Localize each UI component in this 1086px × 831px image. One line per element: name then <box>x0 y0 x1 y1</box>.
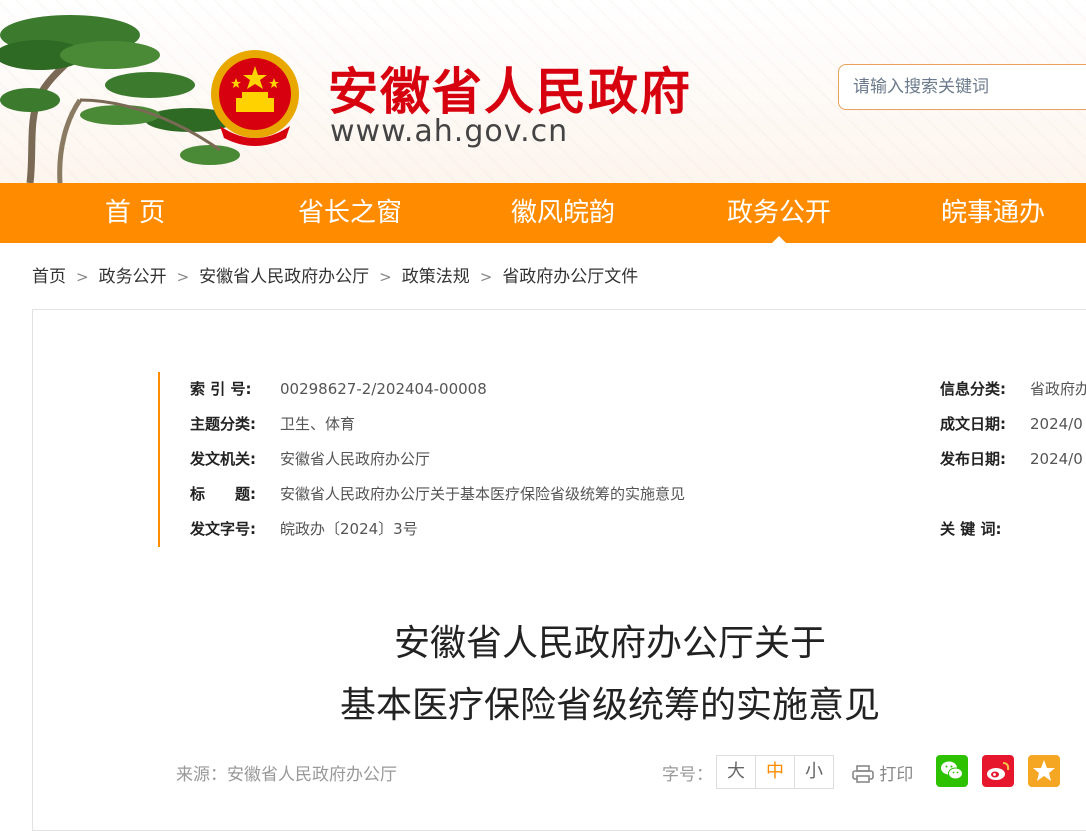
document-source: 来源：安徽省人民政府办公厅 <box>176 765 397 785</box>
site-url: www.ah.gov.cn <box>330 114 569 149</box>
meta-value: 省政府办 <box>1030 380 1086 398</box>
document-meta-panel: 索 引 号: 00298627-2/202404-00008 主题分类: 卫生、体育… <box>158 372 1086 547</box>
font-size-medium-button[interactable]: 中 <box>756 756 795 788</box>
nav-item-governor-window[interactable]: 省长之窗 <box>255 183 445 243</box>
share-weibo-button[interactable] <box>982 755 1014 787</box>
meta-row-docno: 发文字号: 皖政办〔2024〕3号 <box>190 518 418 542</box>
meta-row-title: 标 题: 安徽省人民政府办公厅关于基本医疗保险省级统筹的实施意见 <box>190 483 685 507</box>
meta-label: 成文日期: <box>940 415 1006 433</box>
breadcrumb-link-home[interactable]: 首页 <box>32 267 66 287</box>
share-qzone-button[interactable] <box>1028 755 1060 787</box>
meta-value: 2024/0 <box>1030 450 1083 468</box>
print-label: 打印 <box>879 765 914 785</box>
meta-value: 2024/0 <box>1030 415 1083 433</box>
document-title-line-1: 安徽省人民政府办公厅关于 <box>393 623 826 664</box>
meta-row-category: 信息分类: 省政府办 <box>940 378 1086 402</box>
font-size-small-button[interactable]: 小 <box>795 756 833 788</box>
meta-row-published: 发布日期: 2024/0 <box>940 448 1083 472</box>
pine-tree-illustration <box>0 15 240 183</box>
breadcrumb: 首页 > 政务公开 > 安徽省人民政府办公厅 > 政策法规 > 省政府办公厅文件 <box>32 262 638 287</box>
chevron-right-icon: > <box>76 268 89 286</box>
meta-label: 关 键 词: <box>940 520 1002 538</box>
font-size-large-button[interactable]: 大 <box>717 756 756 788</box>
nav-item-home[interactable]: 首 页 <box>40 183 230 243</box>
main-nav: 首 页 省长之窗 徽风皖韵 政务公开 皖事通办 <box>0 183 1086 243</box>
nav-item-culture[interactable]: 徽风皖韵 <box>468 183 658 243</box>
meta-row-topic: 主题分类: 卫生、体育 <box>190 413 355 437</box>
meta-label: 发文字号: <box>190 520 256 538</box>
meta-row-issuer: 发文机关: 安徽省人民政府办公厅 <box>190 448 430 472</box>
weibo-icon <box>982 755 1014 787</box>
share-wechat-button[interactable] <box>936 755 968 787</box>
meta-value: 00298627-2/202404-00008 <box>280 380 487 398</box>
meta-label: 索 引 号: <box>190 380 252 398</box>
print-button[interactable]: 打印 <box>852 760 913 785</box>
meta-label: 主题分类: <box>190 415 256 433</box>
national-emblem-icon <box>211 50 299 146</box>
search-input[interactable] <box>838 64 1086 110</box>
chevron-right-icon: > <box>379 268 392 286</box>
meta-label: 信息分类: <box>940 380 1006 398</box>
nav-item-services[interactable]: 皖事通办 <box>898 183 1086 243</box>
chevron-right-icon: > <box>479 268 493 286</box>
meta-label: 发布日期: <box>940 450 1006 468</box>
breadcrumb-link-office-documents[interactable]: 省政府办公厅文件 <box>502 267 638 287</box>
star-icon <box>1028 755 1060 787</box>
document-title-line-2: 基本医疗保险省级统筹的实施意见 <box>339 685 880 726</box>
font-size-selector: 大 中 小 <box>716 755 834 789</box>
meta-value: 皖政办〔2024〕3号 <box>280 520 418 538</box>
breadcrumb-link-office[interactable]: 安徽省人民政府办公厅 <box>199 267 369 287</box>
meta-row-created: 成文日期: 2024/0 <box>940 413 1083 437</box>
meta-row-index: 索 引 号: 00298627-2/202404-00008 <box>190 378 487 402</box>
breadcrumb-link-policies[interactable]: 政策法规 <box>402 267 470 287</box>
meta-label: 标 题: <box>190 485 256 503</box>
meta-value: 安徽省人民政府办公厅关于基本医疗保险省级统筹的实施意见 <box>280 485 686 503</box>
printer-icon <box>852 765 874 783</box>
meta-value: 卫生、体育 <box>280 415 356 433</box>
chevron-right-icon: > <box>176 268 190 286</box>
site-header: 安徽省人民政府 www.ah.gov.cn <box>0 0 1086 183</box>
nav-item-government-affairs[interactable]: 政务公开 <box>684 183 874 243</box>
font-size-label: 字号： <box>662 765 713 785</box>
breadcrumb-link-government-affairs[interactable]: 政务公开 <box>99 267 167 287</box>
wechat-icon <box>936 755 968 787</box>
meta-label: 发文机关: <box>190 450 256 468</box>
meta-value: 安徽省人民政府办公厅 <box>280 450 431 468</box>
meta-row-keywords: 关 键 词: <box>940 518 1030 542</box>
